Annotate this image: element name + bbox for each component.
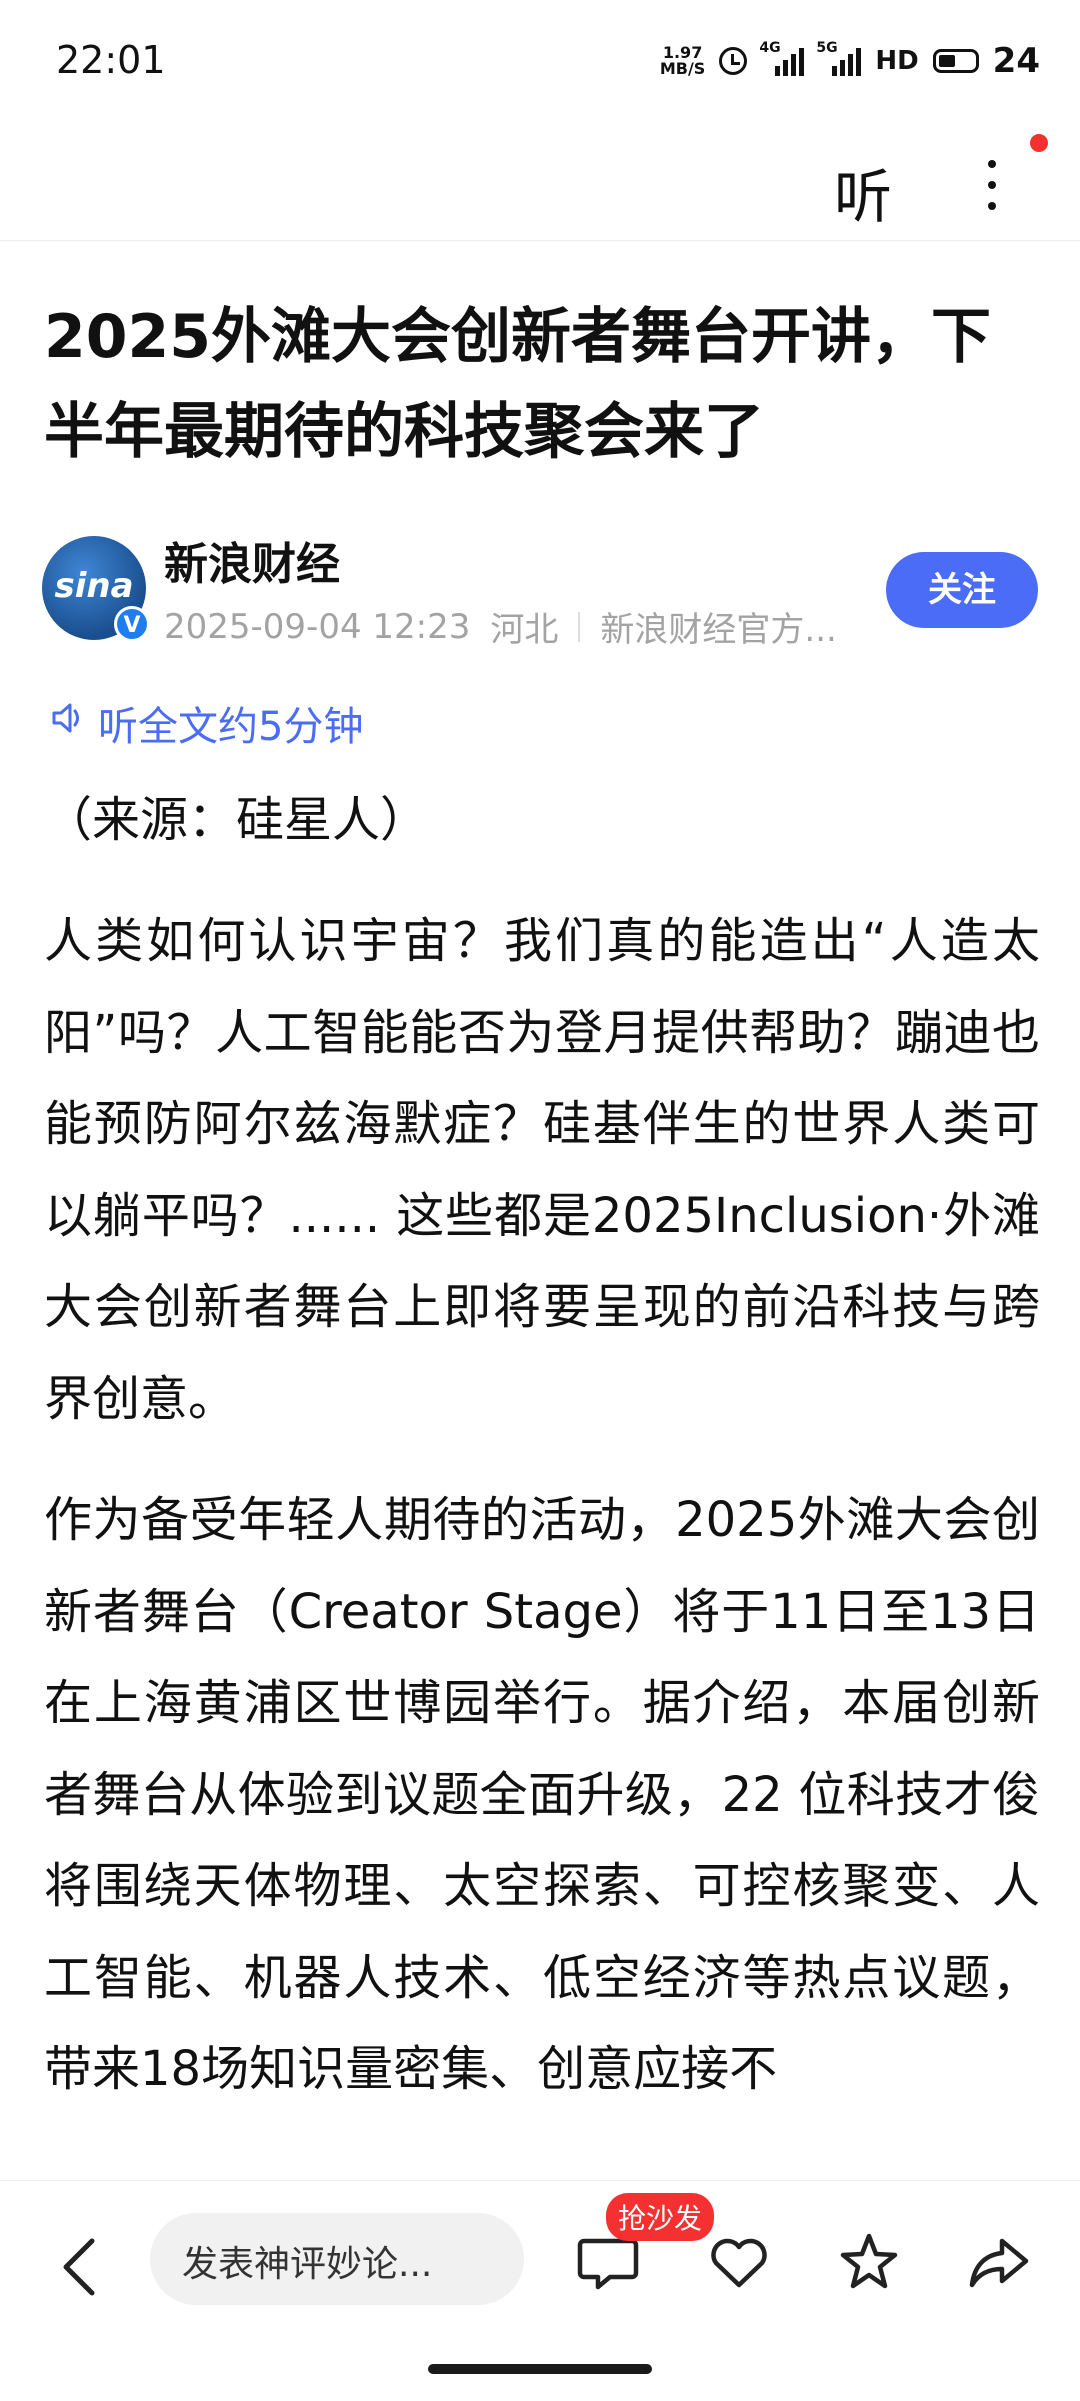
paragraph: 人类如何认识宇宙？我们真的能造出“人造太阳”吗？人工智能能否为登月提供帮助？蹦迪… xyxy=(44,913,1040,1427)
speaker-icon xyxy=(48,698,88,748)
avatar[interactable]: sina V xyxy=(42,536,150,642)
article-body: 人类如何认识宇宙？我们真的能造出“人造太阳”吗？人工智能能否为登月提供帮助？蹦迪… xyxy=(44,896,1040,2146)
publish-date: 2025-09-04 12:23 xyxy=(164,606,471,647)
grab-sofa-badge: 抢沙发 xyxy=(606,2193,715,2241)
status-icons: 1.97 MB/S 4G 5G HD 24 xyxy=(660,36,1040,86)
heart-icon[interactable] xyxy=(704,2227,774,2297)
share-icon[interactable] xyxy=(964,2227,1034,2297)
more-menu-icon[interactable] xyxy=(972,150,1012,220)
signal-4g-icon: 4G xyxy=(759,40,805,76)
listen-full-article-button[interactable]: 听全文约5分钟 xyxy=(48,694,363,752)
location: 河北 xyxy=(490,610,559,650)
signal-5g-icon: 5G xyxy=(816,40,862,76)
home-indicator[interactable] xyxy=(428,2364,652,2374)
notification-dot xyxy=(1030,134,1048,152)
article-source: （来源：硅星人） xyxy=(44,792,429,848)
battery-icon xyxy=(932,49,979,73)
hd-icon: HD xyxy=(875,46,919,76)
back-arrow-icon[interactable] xyxy=(52,2227,112,2307)
star-icon[interactable] xyxy=(834,2227,904,2297)
listen-full-label: 听全文约5分钟 xyxy=(98,704,364,750)
meta-divider xyxy=(578,611,581,642)
battery-level: 24 xyxy=(992,41,1040,81)
sina-logo: sina xyxy=(54,566,134,606)
comment-input[interactable]: 发表神评妙论... xyxy=(150,2213,524,2305)
article-title: 2025外滩大会创新者舞台开讲，下半年最期待的科技聚会来了 xyxy=(44,302,991,467)
status-bar: 22:01 1.97 MB/S 4G 5G HD 24 xyxy=(0,0,1080,120)
top-bar: 听 xyxy=(0,120,1080,241)
status-time: 22:01 xyxy=(56,38,166,82)
verified-icon: V xyxy=(114,606,150,642)
listen-button[interactable]: 听 xyxy=(834,150,892,234)
paragraph: 作为备受年轻人期待的活动，2025外滩大会创新者舞台（Creator Stage… xyxy=(44,1492,1040,2097)
follow-button[interactable]: 关注 xyxy=(886,552,1038,628)
network-speed: 1.97 MB/S xyxy=(659,43,706,78)
alarm-icon xyxy=(719,47,748,75)
author-account: 新浪财经官方... xyxy=(600,610,837,650)
author-name[interactable]: 新浪财经 xyxy=(164,528,340,592)
article-meta: 2025-09-04 12:23 河北 新浪财经官方... xyxy=(164,602,837,651)
comment-placeholder: 发表神评妙论... xyxy=(182,2244,433,2285)
